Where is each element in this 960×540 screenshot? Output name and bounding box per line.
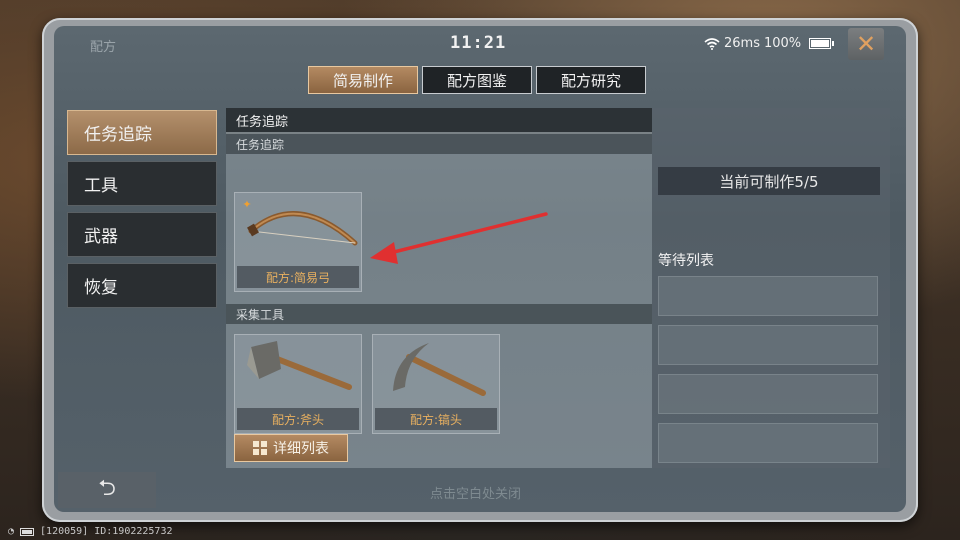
detail-list-button[interactable]: 详细列表 xyxy=(234,434,348,462)
category-sidebar: 任务追踪 工具 武器 恢复 xyxy=(67,110,219,314)
sidebar-item-task-tracking[interactable]: 任务追踪 xyxy=(67,110,217,155)
pickaxe-icon xyxy=(393,343,486,396)
network-latency: 26ms xyxy=(724,36,760,51)
queue-slot[interactable] xyxy=(658,423,878,463)
wait-list-title: 等待列表 xyxy=(658,253,714,269)
status-indicators: 26ms 100% xyxy=(704,36,835,51)
tab-bar: 简易制作 配方图鉴 配方研究 xyxy=(308,66,646,94)
back-button[interactable]: ⮌ xyxy=(58,472,156,508)
grid-icon xyxy=(253,441,267,455)
craftable-count: 当前可制作5/5 xyxy=(658,167,880,195)
back-arrow-icon: ⮌ xyxy=(98,476,116,501)
recipe-label: 配方:简易弓 xyxy=(237,266,359,288)
recipe-label: 配方:斧头 xyxy=(237,408,359,430)
window-title: 配方 xyxy=(90,40,117,55)
close-icon: ✕ xyxy=(855,30,877,58)
sidebar-item-weapons[interactable]: 武器 xyxy=(67,212,217,257)
battery-icon xyxy=(20,527,35,536)
sidebar-item-recovery[interactable]: 恢复 xyxy=(67,263,217,308)
annotation-arrow xyxy=(370,212,548,264)
queue-slot[interactable] xyxy=(658,374,878,414)
device-status-bar: ◔ [120059] ID:1902225732 xyxy=(8,526,172,537)
recipe-screen: 配方 11:21 26ms 100% ✕ 简易制作 配方图鉴 配方研究 任务追踪… xyxy=(54,26,906,512)
queue-panel: 当前可制作5/5 等待列表 xyxy=(652,108,890,468)
recipe-list-panel: 任务追踪 任务追踪 ✦ 配方:简易弓 采集工具 配方:斧头 配方:镐头 详细列表 xyxy=(226,108,652,468)
tab-recipe-catalog[interactable]: 配方图鉴 xyxy=(422,66,532,94)
clock: 11:21 xyxy=(450,33,507,53)
axe-icon xyxy=(247,341,352,390)
close-button[interactable]: ✕ xyxy=(848,28,884,60)
section-title-gathering: 采集工具 xyxy=(226,304,652,324)
device-id: [120059] ID:1902225732 xyxy=(40,526,173,537)
tab-simple-craft[interactable]: 简易制作 xyxy=(308,66,418,94)
recipe-card-bow[interactable]: ✦ 配方:简易弓 xyxy=(234,192,362,292)
recipe-card-pickaxe[interactable]: 配方:镐头 xyxy=(372,334,500,434)
wifi-icon: ◔ xyxy=(8,526,15,537)
wifi-icon xyxy=(704,37,720,50)
sidebar-item-tools[interactable]: 工具 xyxy=(67,161,217,206)
queue-slot[interactable] xyxy=(658,276,878,316)
panel-header: 任务追踪 xyxy=(226,108,652,134)
close-hint: 点击空白处关闭 xyxy=(430,487,522,502)
battery-icon xyxy=(809,38,835,49)
detail-list-label: 详细列表 xyxy=(273,441,329,457)
recipe-label: 配方:镐头 xyxy=(375,408,497,430)
bow-icon xyxy=(247,211,358,246)
tab-recipe-research[interactable]: 配方研究 xyxy=(536,66,646,94)
section-title-task: 任务追踪 xyxy=(226,134,652,154)
recipe-card-axe[interactable]: 配方:斧头 xyxy=(234,334,362,434)
battery-percent: 100% xyxy=(763,36,802,51)
queue-slot[interactable] xyxy=(658,325,878,365)
